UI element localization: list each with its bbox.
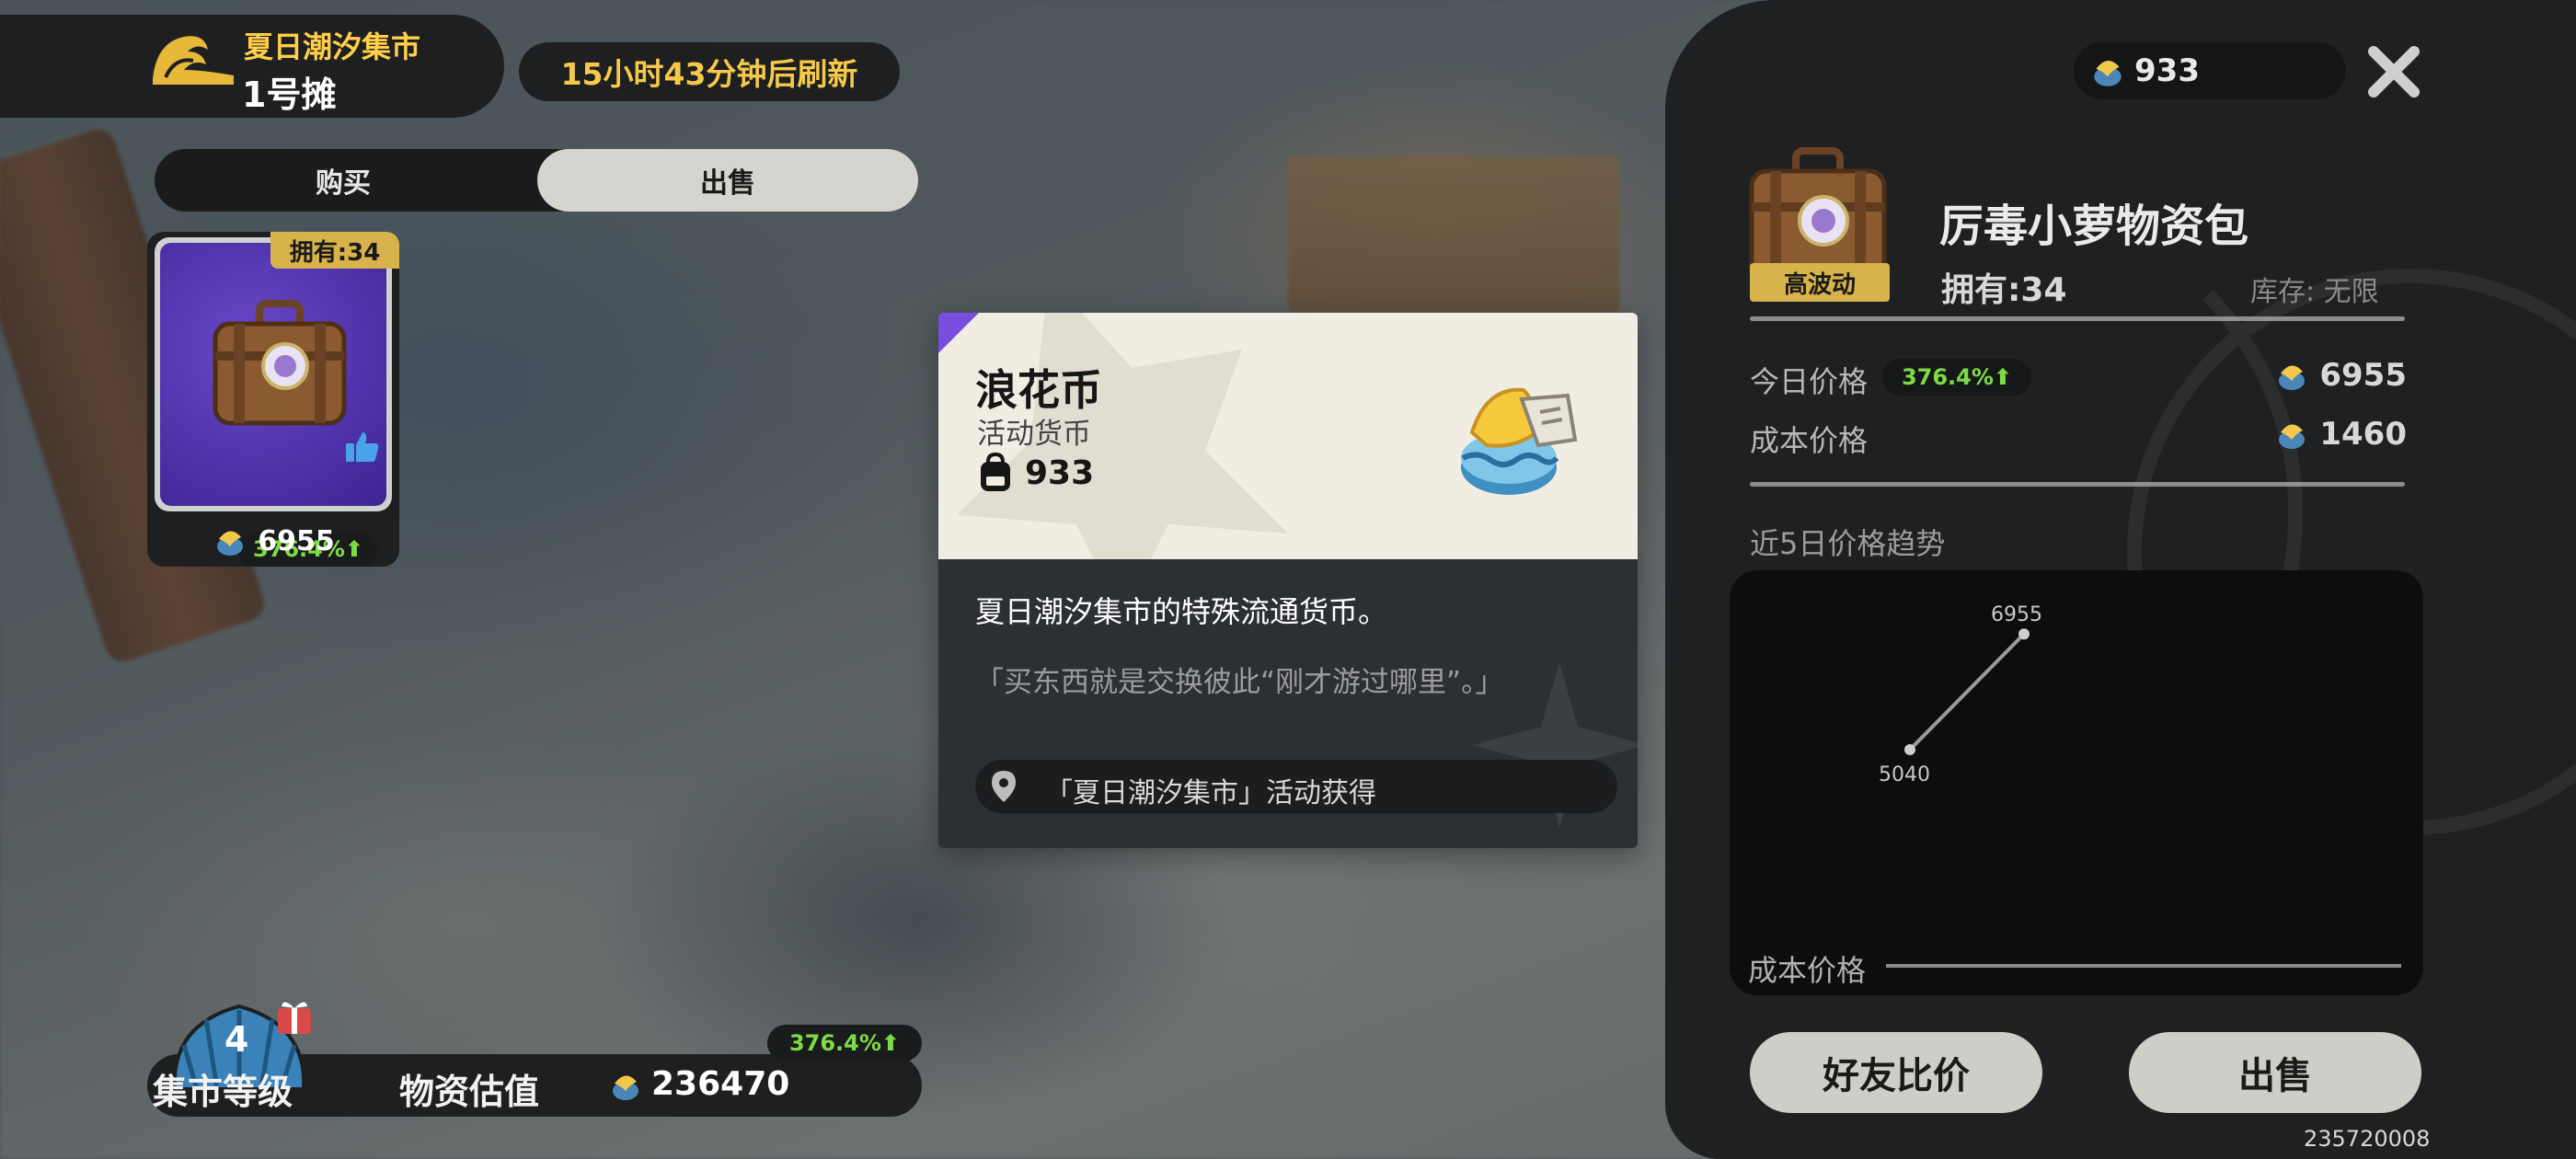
- coin-icon: [217, 531, 244, 556]
- rarity-corner: [938, 313, 979, 353]
- close-icon: [2368, 46, 2420, 98]
- tab-buy[interactable]: 购买: [155, 149, 532, 212]
- price-point-label: 5040: [1879, 763, 1930, 786]
- tab-sell[interactable]: 出售: [537, 149, 918, 212]
- item-card-price-row: 6955: [147, 521, 399, 561]
- price-point: [2018, 628, 2030, 640]
- tooltip-source-text: 「夏日潮汐集市」活动获得: [1045, 777, 1376, 809]
- market-change-badge: 376.4% ⬆: [767, 1025, 922, 1061]
- tooltip-title: 浪花币: [975, 365, 1102, 415]
- price-trend-svg: 5040 6955: [1879, 603, 2401, 968]
- coin-balance: 933: [2074, 42, 2346, 99]
- today-price: 6955: [2273, 357, 2407, 394]
- estimate-value: 236470: [651, 1065, 790, 1103]
- market-level-label[interactable]: 集市等级: [153, 1063, 293, 1114]
- tooltip-source[interactable]: 「夏日潮汐集市」活动获得: [975, 760, 1617, 813]
- today-change-badge: 376.4% ⬆: [1882, 359, 2031, 396]
- cost-price-value: 1460: [2319, 416, 2407, 453]
- today-price-label: 今日价格: [1750, 364, 1869, 399]
- coin-balance-value: 933: [2134, 52, 2200, 89]
- cost-price: 1460: [2273, 416, 2407, 453]
- volatility-badge: 高波动: [1750, 263, 1890, 302]
- today-change-value: 376.4%: [1901, 364, 1994, 390]
- coin-icon: [2279, 424, 2306, 449]
- suitcase-icon: [213, 300, 347, 426]
- thumbs-up-icon: [346, 432, 379, 462]
- item-card[interactable]: 拥有:34 376.4% ⬆ 6955: [147, 232, 399, 567]
- trend-label: 近5日价格趋势: [1750, 526, 1946, 561]
- coin-icon: [2279, 365, 2306, 390]
- wave-logo-icon: [153, 36, 234, 85]
- owned-tag: 拥有:34: [270, 232, 399, 269]
- market-name: 夏日潮汐集市: [244, 29, 421, 64]
- market-change-value: 376.4%: [788, 1030, 881, 1056]
- item-card-price: 6955: [258, 524, 335, 557]
- stall-number: 1号摊: [242, 75, 337, 115]
- estimate-label: 物资估值: [399, 1072, 540, 1112]
- cost-line-label: 成本价格: [1748, 953, 1867, 988]
- item-name: 厉毒小萝物资包: [1939, 201, 2249, 252]
- backpack-icon: [981, 453, 1010, 491]
- friend-compare-button[interactable]: 好友比价: [1750, 1032, 2042, 1113]
- item-card-art: [160, 243, 386, 506]
- item-owned: 拥有:34: [1941, 271, 2067, 309]
- tooltip-header: 浪花币 活动货币 933: [938, 313, 1638, 559]
- price-point: [1904, 743, 1915, 755]
- location-pin-icon: [992, 771, 1016, 802]
- refresh-timer: 15小时43分钟后刷新: [519, 42, 900, 101]
- sell-button[interactable]: 出售: [2129, 1032, 2421, 1113]
- coin-icon: [613, 1075, 638, 1100]
- buy-sell-tabs: 购买 出售: [155, 149, 918, 212]
- market-level-number: 4: [224, 1019, 249, 1060]
- divider: [1750, 482, 2405, 487]
- tooltip-description: 夏日潮汐集市的特殊流通货币。: [975, 594, 1388, 629]
- wave-coin-icon: [1461, 387, 1578, 495]
- gift-icon: [278, 1002, 311, 1034]
- tooltip-subtitle: 活动货币: [977, 418, 1091, 451]
- currency-tooltip: 浪花币 活动货币 933 夏日潮汐集市的特殊流通货币。 「买东西就是交换彼此“刚…: [938, 313, 1638, 848]
- user-id: 235720008: [2304, 1126, 2431, 1152]
- tooltip-count: 933: [1025, 454, 1095, 492]
- tooltip-quote: 「买东西就是交换彼此“刚才游过哪里”。」: [975, 666, 1504, 699]
- divider: [1750, 316, 2405, 321]
- arrow-up-icon: ⬆: [880, 1030, 901, 1056]
- item-card-frame: [155, 237, 392, 511]
- cost-price-label: 成本价格: [1750, 423, 1869, 458]
- today-price-value: 6955: [2319, 357, 2407, 394]
- price-trend-chart: 5040 6955: [1730, 570, 2423, 995]
- item-stock: 库存: 无限: [2250, 276, 2379, 308]
- close-button[interactable]: [2361, 39, 2427, 105]
- price-series-line: [1908, 632, 2026, 752]
- price-point-label: 6955: [1991, 603, 2042, 626]
- arrow-up-icon: ⬆: [1993, 364, 2013, 390]
- coin-icon: [2094, 60, 2122, 86]
